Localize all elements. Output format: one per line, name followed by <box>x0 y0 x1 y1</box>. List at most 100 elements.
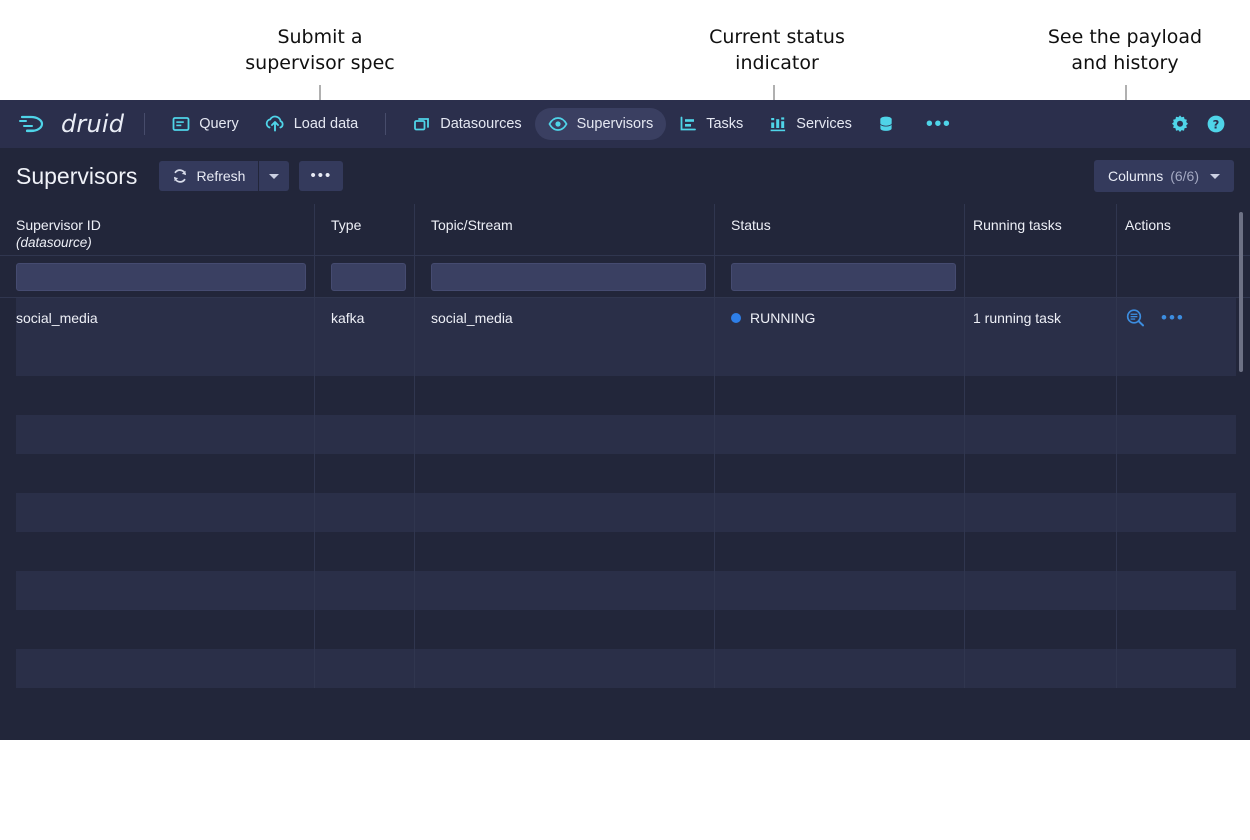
empty-cell <box>1117 649 1237 688</box>
refresh-button[interactable]: Refresh <box>159 161 258 191</box>
empty-cell <box>0 415 315 454</box>
empty-cell <box>965 649 1117 688</box>
empty-cell <box>1237 571 1250 610</box>
empty-cell <box>965 571 1117 610</box>
empty-cell <box>315 571 415 610</box>
empty-cell <box>315 493 415 532</box>
empty-cell <box>315 415 415 454</box>
empty-cell <box>415 454 715 493</box>
magnifier-detail-icon[interactable] <box>1125 308 1145 328</box>
brand-logo[interactable]: druid <box>18 110 124 138</box>
refresh-dropdown-button[interactable] <box>259 161 289 191</box>
table-row[interactable]: social_media kafka social_media RUNNING … <box>0 298 1250 337</box>
empty-cell <box>715 571 965 610</box>
status-badge: RUNNING <box>750 310 815 326</box>
cell-type: kafka <box>315 298 415 337</box>
empty-cell <box>315 337 415 376</box>
empty-cell <box>1117 610 1237 649</box>
nav-item-label: Load data <box>294 116 359 132</box>
empty-cell <box>315 532 415 571</box>
cell-actions: ••• <box>1117 298 1237 337</box>
empty-cell <box>415 610 715 649</box>
nav-item-load-data[interactable]: Load data <box>252 108 372 140</box>
vertical-scrollbar[interactable] <box>1239 212 1243 372</box>
empty-cell <box>0 376 315 415</box>
datasources-icon <box>413 115 431 133</box>
nav-item-tasks[interactable]: Tasks <box>666 108 756 140</box>
empty-cell <box>0 454 315 493</box>
filter-cell-supervisor-id <box>0 256 315 297</box>
empty-cell <box>0 610 315 649</box>
nav-item-label: Services <box>796 116 852 132</box>
columns-button[interactable]: Columns (6/6) <box>1094 160 1234 192</box>
empty-cell <box>1237 493 1250 532</box>
empty-cell <box>415 649 715 688</box>
column-label: Status <box>731 216 964 234</box>
empty-cell <box>965 376 1117 415</box>
table-header-status[interactable]: Status <box>715 204 965 255</box>
table-header-type[interactable]: Type <box>315 204 415 255</box>
filter-input-type[interactable] <box>331 263 406 291</box>
empty-cell <box>965 493 1117 532</box>
empty-cell <box>1237 610 1250 649</box>
nav-items: Query Load data <box>159 108 961 140</box>
nav-item-label: Query <box>199 116 239 132</box>
empty-cell <box>315 610 415 649</box>
empty-cell <box>1117 571 1237 610</box>
empty-cell <box>1237 532 1250 571</box>
empty-cell <box>1117 415 1237 454</box>
column-label: Running tasks <box>973 216 1116 234</box>
supervisors-table: Supervisor ID (datasource) Type Topic/St… <box>0 204 1250 688</box>
table-header-supervisor-id[interactable]: Supervisor ID (datasource) <box>0 204 315 255</box>
brand-name: druid <box>61 110 124 138</box>
table-empty-row <box>0 610 1250 649</box>
empty-cell <box>415 376 715 415</box>
nav-overflow-button[interactable]: ••• <box>916 119 962 129</box>
empty-cell <box>715 415 965 454</box>
empty-cell <box>715 493 965 532</box>
nav-divider-2 <box>385 113 386 135</box>
filter-input-status[interactable] <box>731 263 956 291</box>
table-header-running-tasks[interactable]: Running tasks <box>965 204 1117 255</box>
nav-item-query[interactable]: Query <box>159 108 252 140</box>
tasks-icon <box>679 115 697 133</box>
empty-cell <box>315 649 415 688</box>
empty-cell <box>965 532 1117 571</box>
empty-cell <box>0 493 315 532</box>
table-header-actions[interactable]: Actions <box>1117 204 1237 255</box>
empty-cell <box>715 337 965 376</box>
refresh-label: Refresh <box>196 168 245 184</box>
row-more-actions-button[interactable]: ••• <box>1161 315 1185 321</box>
load-data-icon <box>265 115 285 133</box>
empty-cell <box>965 415 1117 454</box>
table-header-row: Supervisor ID (datasource) Type Topic/St… <box>0 204 1250 256</box>
table-empty-row <box>0 454 1250 493</box>
help-icon[interactable]: ? <box>1206 114 1226 134</box>
query-icon <box>172 115 190 133</box>
table-header-topic-stream[interactable]: Topic/Stream <box>415 204 715 255</box>
top-navbar: druid Query <box>0 100 1250 148</box>
callout-text-0: Submit a supervisor spec <box>240 24 400 76</box>
nav-item-segments[interactable]: Services <box>756 108 865 140</box>
filter-input-topic-stream[interactable] <box>431 263 706 291</box>
nav-item-services[interactable] <box>865 108 916 140</box>
empty-cell <box>965 337 1117 376</box>
navbar-right-actions: ? <box>1170 114 1236 134</box>
table-empty-row <box>0 571 1250 610</box>
columns-label: Columns <box>1108 168 1163 184</box>
empty-cell <box>1117 376 1237 415</box>
table-empty-rows <box>0 337 1250 688</box>
filter-input-supervisor-id[interactable] <box>16 263 306 291</box>
nav-item-supervisors[interactable]: Supervisors <box>535 108 667 140</box>
empty-cell <box>965 610 1117 649</box>
callout-text-1: Current status indicator <box>697 24 857 76</box>
chevron-down-icon <box>269 174 279 179</box>
cell-supervisor-id: social_media <box>0 298 315 337</box>
page-toolbar: Supervisors Refresh ••• Co <box>0 148 1250 204</box>
nav-item-datasources[interactable]: Datasources <box>400 108 534 140</box>
toolbar-more-button[interactable]: ••• <box>299 161 343 191</box>
toolbar-right: Columns (6/6) <box>1094 160 1234 192</box>
gear-icon[interactable] <box>1170 114 1190 134</box>
table-body: social_media kafka social_media RUNNING … <box>0 298 1250 688</box>
empty-cell <box>715 454 965 493</box>
